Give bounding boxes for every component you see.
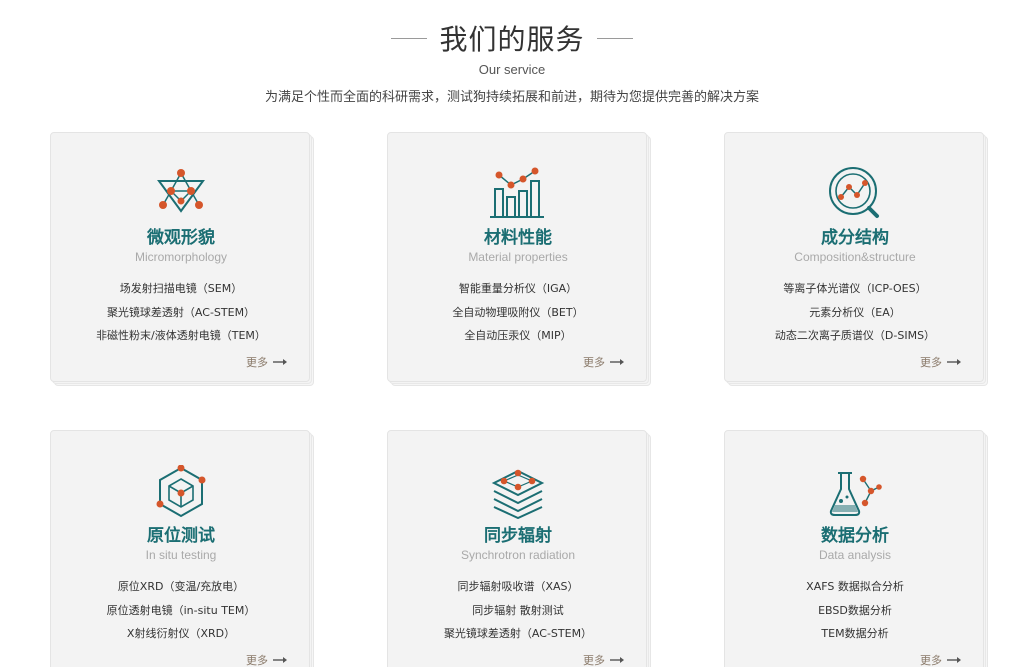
more-link[interactable]: 更多 xyxy=(583,354,624,370)
bar-chart-icon xyxy=(490,167,544,218)
service-link-in-situ-tem[interactable]: 原位透射电镜（in-situ TEM） xyxy=(51,604,311,628)
card-title: 数据分析 xyxy=(821,526,889,546)
card-title: 成分结构 xyxy=(821,228,889,248)
service-link-tem[interactable]: 非磁性粉末/液体透射电镜（TEM） xyxy=(51,329,311,353)
card-subtitle: In situ testing xyxy=(145,548,217,562)
more-label: 更多 xyxy=(246,356,268,369)
card-title: 同步辐射 xyxy=(484,526,552,546)
more-label: 更多 xyxy=(583,654,605,667)
magnifier-chart-icon xyxy=(829,167,879,218)
more-link[interactable]: 更多 xyxy=(246,354,287,370)
service-card-data-analysis[interactable]: 数据分析 Data analysis XAFS 数据拟合分析 EBSD数据分析 … xyxy=(724,430,992,667)
triangle-molecule-icon xyxy=(157,169,205,213)
hexagon-cube-icon xyxy=(156,465,206,518)
arrow-right-icon xyxy=(273,359,287,365)
service-link-in-situ-xrd[interactable]: 原位XRD（变温/充放电） xyxy=(51,580,311,604)
title-row: 我们的服务 xyxy=(0,18,1024,58)
service-link-mip[interactable]: 全自动压汞仪（MIP） xyxy=(388,329,648,353)
title-right-line xyxy=(596,37,633,39)
service-card-material-properties[interactable]: 材料性能 Material properties 智能重量分析仪（IGA） 全自… xyxy=(387,132,655,390)
more-link[interactable]: 更多 xyxy=(583,652,624,667)
service-link-d-sims[interactable]: 动态二次离子质谱仪（D-SIMS） xyxy=(725,329,985,353)
page-description: 为满足个性而全面的科研需求，测试狗持续拓展和前进，期待为您提供完善的解决方案 xyxy=(264,89,759,104)
more-label: 更多 xyxy=(583,356,605,369)
service-link-iga[interactable]: 智能重量分析仪（IGA） xyxy=(388,282,648,306)
more-label: 更多 xyxy=(246,654,268,667)
service-link-icp-oes[interactable]: 等离子体光谱仪（ICP-OES） xyxy=(725,282,985,306)
more-label: 更多 xyxy=(920,356,942,369)
service-link-tem-analysis[interactable]: TEM数据分析 xyxy=(725,627,985,651)
service-link-ac-stem[interactable]: 聚光镜球差透射（AC-STEM） xyxy=(51,306,311,330)
service-link-ac-stem[interactable]: 聚光镜球差透射（AC-STEM） xyxy=(388,627,648,651)
page-title: 我们的服务 xyxy=(439,23,585,56)
service-card-micromorphology[interactable]: 微观形貌 Micromorphology 场发射扫描电镜（SEM） 聚光镜球差透… xyxy=(50,132,318,390)
service-card-synchrotron-radiation[interactable]: 同步辐射 Synchrotron radiation 同步辐射吸收谱（XAS） … xyxy=(387,430,655,667)
service-card-in-situ-testing[interactable]: 原位测试 In situ testing 原位XRD（变温/充放电） 原位透射电… xyxy=(50,430,318,667)
arrow-right-icon xyxy=(273,657,287,663)
service-link-ebsd[interactable]: EBSD数据分析 xyxy=(725,604,985,628)
more-label: 更多 xyxy=(920,654,942,667)
arrow-right-icon xyxy=(947,359,961,365)
service-link-xas[interactable]: 同步辐射吸收谱（XAS） xyxy=(388,580,648,604)
more-link[interactable]: 更多 xyxy=(246,652,287,667)
card-subtitle: Material properties xyxy=(468,250,568,264)
more-link[interactable]: 更多 xyxy=(920,354,961,370)
card-subtitle: Composition&structure xyxy=(794,250,916,264)
arrow-right-icon xyxy=(610,359,624,365)
card-subtitle: Micromorphology xyxy=(134,250,228,264)
service-link-sem[interactable]: 场发射扫描电镜（SEM） xyxy=(51,282,311,306)
arrow-right-icon xyxy=(947,657,961,663)
service-link-xafs[interactable]: XAFS 数据拟合分析 xyxy=(725,580,985,604)
card-title: 原位测试 xyxy=(147,526,215,546)
service-link-xrd[interactable]: X射线衍射仪（XRD） xyxy=(51,627,311,651)
card-title: 材料性能 xyxy=(484,228,552,248)
service-link-bet[interactable]: 全自动物理吸附仪（BET） xyxy=(388,306,648,330)
card-subtitle: Synchrotron radiation xyxy=(460,548,576,562)
flask-molecule-icon xyxy=(829,472,882,516)
service-link-scattering[interactable]: 同步辐射 散射测试 xyxy=(388,604,648,628)
more-link[interactable]: 更多 xyxy=(920,652,961,667)
card-subtitle: Data analysis xyxy=(818,548,892,562)
service-link-ea[interactable]: 元素分析仪（EA） xyxy=(725,306,985,330)
page-subtitle: Our service xyxy=(478,62,546,77)
arrow-right-icon xyxy=(610,657,624,663)
layers-icon xyxy=(491,469,545,519)
card-title: 微观形貌 xyxy=(147,228,215,248)
title-left-line xyxy=(391,37,428,39)
service-card-composition-structure[interactable]: 成分结构 Composition&structure 等离子体光谱仪（ICP-O… xyxy=(724,132,992,390)
